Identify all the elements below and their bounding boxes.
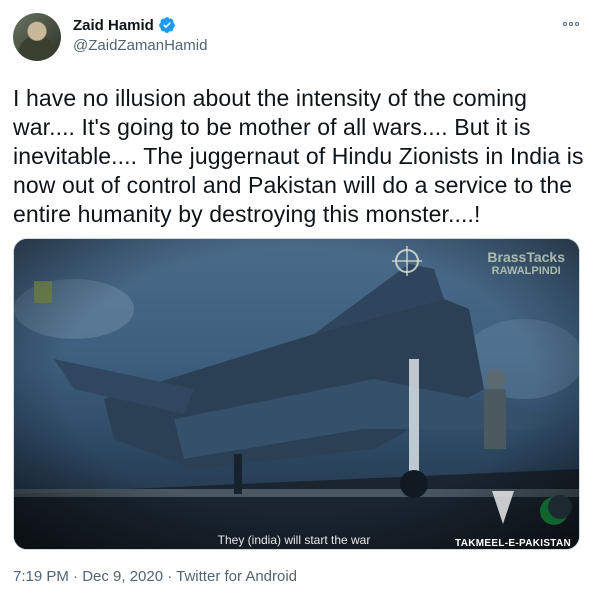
author-name-row: Zaid Hamid: [73, 15, 176, 35]
tweet-timestamp[interactable]: 7:19 PM · Dec 9, 2020 · Twitter for Andr…: [13, 568, 297, 585]
author-name[interactable]: Zaid Hamid: [73, 17, 154, 34]
author-handle[interactable]: @ZaidZamanHamid: [73, 37, 207, 54]
tweet-text: I have no illusion about the intensity o…: [13, 85, 584, 227]
fighter-jet-image: [14, 239, 579, 549]
channel-watermark: TAKMEEL-E-PAKISTAN: [455, 538, 571, 549]
more-options-icon[interactable]: [558, 14, 584, 34]
video-player[interactable]: BrassTacks RAWALPINDI They (india) will …: [13, 238, 580, 550]
avatar[interactable]: [13, 13, 61, 61]
verified-badge-icon: [158, 17, 175, 33]
tweet-card: Zaid Hamid @ZaidZamanHamid I have no ill…: [0, 0, 598, 596]
brasstacks-watermark: BrassTacks RAWALPINDI: [487, 249, 565, 277]
